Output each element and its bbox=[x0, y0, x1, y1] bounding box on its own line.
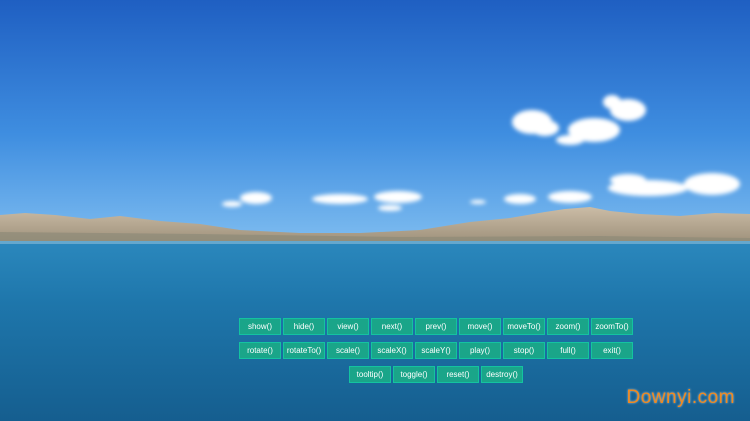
hide-button[interactable]: hide() bbox=[283, 318, 325, 335]
button-row-2: rotate() rotateTo() scale() scaleX() scaleY(… bbox=[0, 342, 750, 359]
play-button[interactable]: play() bbox=[459, 342, 501, 359]
stop-button[interactable]: stop() bbox=[503, 342, 545, 359]
show-button[interactable]: show() bbox=[239, 318, 281, 335]
rotateto-button[interactable]: rotateTo() bbox=[283, 342, 325, 359]
prev-button[interactable]: prev() bbox=[415, 318, 457, 335]
move-button[interactable]: move() bbox=[459, 318, 501, 335]
reset-button[interactable]: reset() bbox=[437, 366, 479, 383]
tooltip-button[interactable]: tooltip() bbox=[349, 366, 391, 383]
zoom-button[interactable]: zoom() bbox=[547, 318, 589, 335]
scalex-button[interactable]: scaleX() bbox=[371, 342, 413, 359]
rotate-button[interactable]: rotate() bbox=[239, 342, 281, 359]
button-row-1: show() hide() view() next() prev() move() move… bbox=[0, 318, 750, 335]
full-button[interactable]: full() bbox=[547, 342, 589, 359]
exit-button[interactable]: exit() bbox=[591, 342, 633, 359]
toggle-button[interactable]: toggle() bbox=[393, 366, 435, 383]
button-row-3: tooltip() toggle() reset() destroy() bbox=[0, 366, 750, 383]
zoomto-button[interactable]: zoomTo() bbox=[591, 318, 633, 335]
watermark-text: Downyi.com bbox=[626, 387, 735, 408]
moveto-button[interactable]: moveTo() bbox=[503, 318, 545, 335]
scale-button[interactable]: scale() bbox=[327, 342, 369, 359]
scaley-button[interactable]: scaleY() bbox=[415, 342, 457, 359]
next-button[interactable]: next() bbox=[371, 318, 413, 335]
destroy-button[interactable]: destroy() bbox=[481, 366, 523, 383]
view-button[interactable]: view() bbox=[327, 318, 369, 335]
